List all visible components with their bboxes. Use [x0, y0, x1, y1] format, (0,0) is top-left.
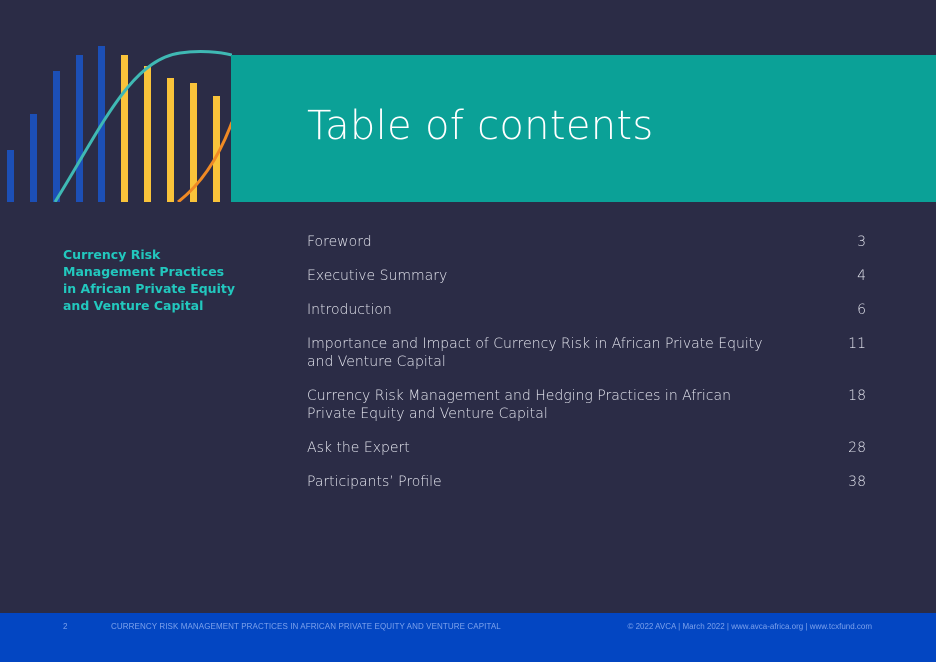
- footer-page-number: 2: [63, 622, 68, 631]
- decor-bar: [53, 71, 60, 202]
- toc-entry-page: 38: [848, 474, 866, 490]
- toc-entry-page: 18: [848, 388, 866, 404]
- toc-entry-page: 3: [857, 234, 866, 250]
- toc-entry-title: Currency Risk Management and Hedging Pra…: [307, 388, 731, 422]
- decor-bar: [30, 114, 37, 202]
- toc-entry[interactable]: Participants’ Profile 38: [307, 473, 866, 491]
- decor-bar: [121, 55, 128, 202]
- decor-bar: [144, 66, 151, 202]
- toc-entry-title: Foreword: [307, 234, 372, 250]
- decorative-bar-graphic: [7, 46, 232, 202]
- toc-entry-title: Participants’ Profile: [307, 474, 442, 490]
- toc-entry-title: Ask the Expert: [307, 440, 410, 456]
- toc-entry[interactable]: Introduction 6: [307, 301, 866, 319]
- page-footer: 2 CURRENCY RISK MANAGEMENT PRACTICES IN …: [0, 613, 936, 662]
- footer-credits[interactable]: © 2022 AVCA | March 2022 | www.avca-afri…: [627, 622, 872, 631]
- toc-entry-page: 6: [857, 302, 866, 318]
- toc-entry[interactable]: Ask the Expert 28: [307, 439, 866, 457]
- decor-bar: [167, 78, 174, 202]
- footer-document-title: CURRENCY RISK MANAGEMENT PRACTICES IN AF…: [111, 622, 501, 631]
- decor-curve-orange: [177, 121, 232, 202]
- toc-entry-page: 28: [848, 440, 866, 456]
- toc-entry[interactable]: Importance and Impact of Currency Risk i…: [307, 335, 866, 371]
- decor-bar: [7, 150, 14, 202]
- table-of-contents: Foreword 3 Executive Summary 4 Introduct…: [307, 233, 866, 507]
- toc-entry[interactable]: Currency Risk Management and Hedging Pra…: [307, 387, 866, 423]
- toc-entry-title: Introduction: [307, 302, 392, 318]
- toc-entry[interactable]: Foreword 3: [307, 233, 866, 251]
- toc-entry-page: 11: [848, 336, 866, 352]
- decor-bar: [76, 55, 83, 202]
- title-band: Table of contents: [231, 55, 936, 202]
- report-title: Currency Risk Management Practices in Af…: [63, 247, 235, 313]
- toc-entry[interactable]: Executive Summary 4: [307, 267, 866, 285]
- page-title: Table of contents: [307, 103, 654, 149]
- toc-entry-page: 4: [857, 268, 866, 284]
- toc-entry-title: Importance and Impact of Currency Risk i…: [307, 336, 763, 370]
- toc-entry-title: Executive Summary: [307, 268, 448, 284]
